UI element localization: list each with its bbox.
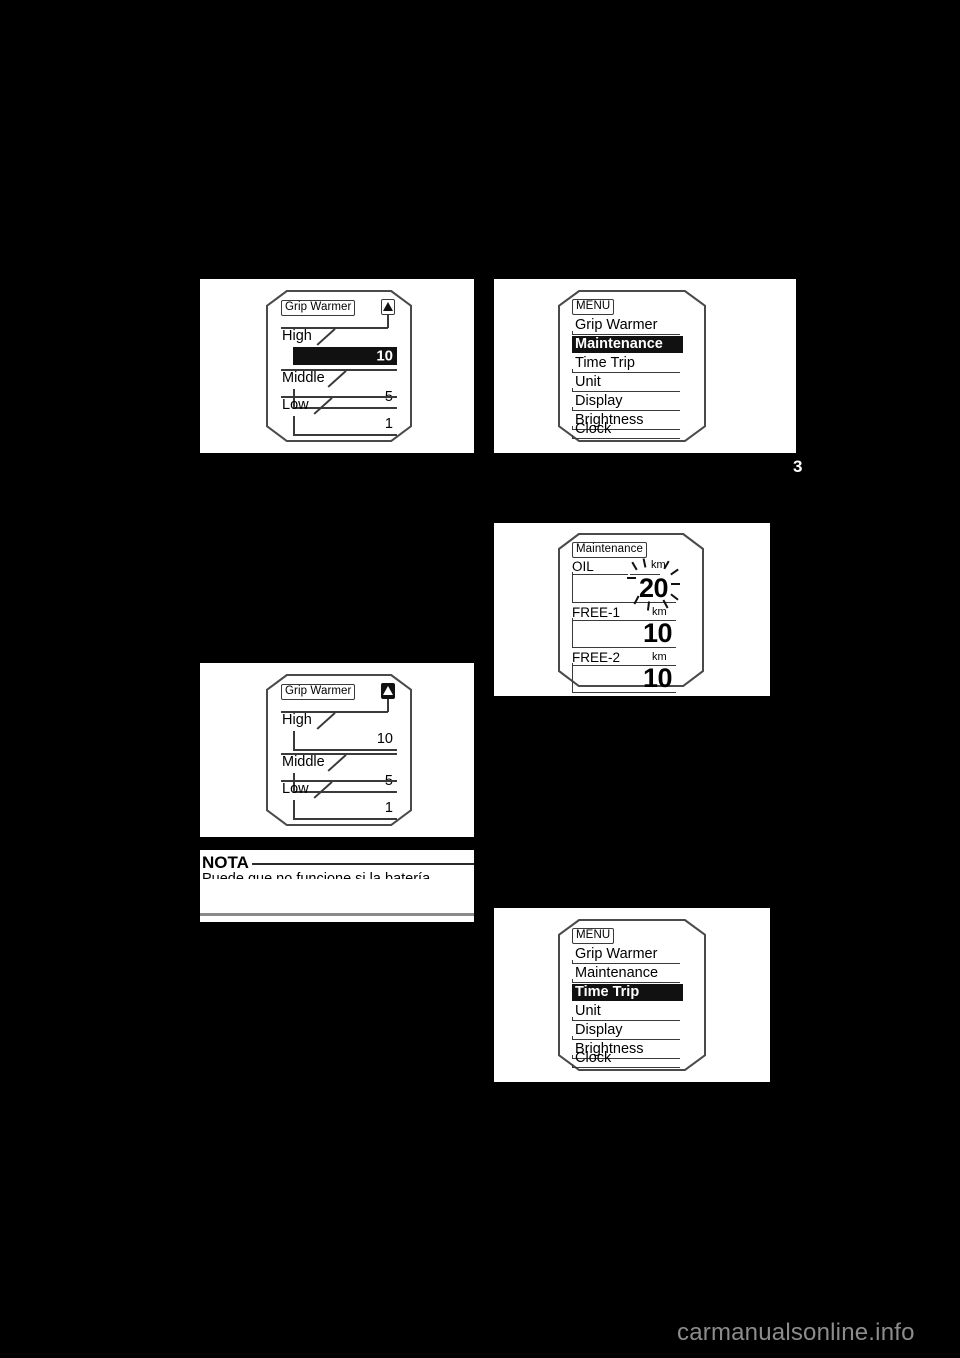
row-label-free2: FREE-2 [572,650,621,665]
row-slash-high [316,328,336,346]
row-highlight-high: 10 [293,347,397,365]
panel-title-chip: MENU [572,299,615,315]
nota-bottom-rule-gray [200,913,474,916]
row-value-high: 10 [376,731,393,747]
menu-item-unit[interactable]: Unit [572,1003,683,1020]
menu-item-maintenance[interactable]: Maintenance [572,336,683,353]
panel-title-chip: Grip Warmer [281,300,356,316]
row-label-free1: FREE-1 [572,605,621,620]
menu-item-grip-warmer[interactable]: Grip Warmer [572,317,683,334]
flash-ray [631,561,638,571]
up-triangle-icon [381,683,395,699]
menu-item-time-trip[interactable]: Time Trip [572,355,683,372]
nota-block: NOTA Puede que no funcione si la batería [200,850,474,922]
panel-title-chip: MENU [572,928,615,944]
menu-item-maintenance[interactable]: Maintenance [572,965,683,982]
panel-title-chip: Grip Warmer [281,684,356,700]
row-unit-oil: km [651,559,666,571]
lcd-screen: Maintenance OIL km 20 FREE-1 km 10 FREE-… [558,533,704,693]
row-unit-free2: km [652,651,667,663]
nota-bottom-rule-white [200,908,474,910]
lcd-screen: Grip Warmer High 10 Middle 5 Low 1 [266,674,412,826]
row-slash-middle [327,370,347,388]
row-rule-high-bottom [293,749,397,751]
flash-ray [646,601,651,611]
row-label-low: Low [282,781,309,797]
menu-item-time-trip[interactable]: Time Trip [572,984,683,1001]
row-value-high: 10 [376,347,393,365]
flash-ray [671,583,680,585]
lcd-screen: MENU Grip Warmer Maintenance Time Trip U… [558,919,706,1071]
menu-item-clock[interactable]: Clock [572,1050,683,1067]
row-rule-low-bottom [293,434,397,436]
menu-item-clock[interactable]: Clock [572,421,683,438]
nota-body: Puede que no funcione si la batería [202,871,431,879]
menu-item-display[interactable]: Display [572,393,683,410]
flash-ray [627,577,636,579]
page-edge-tab [770,279,796,453]
row-label-middle: Middle [282,754,325,770]
row-rule-low-bottom [293,818,397,820]
row-slash-low [313,397,333,415]
row-slash-high [316,712,336,730]
figure-grip-warmer-high: Grip Warmer High 10 Middle 5 Low [200,279,474,453]
row-value-free2: 10 [642,663,673,693]
figure-menu-maintenance: MENU Grip Warmer Maintenance Time Trip U… [494,279,770,453]
row-slash-low [313,781,333,799]
row-tick-low [293,416,295,435]
row-tick-low [293,800,295,819]
menu-underline [572,1067,680,1069]
page-number: 3 [793,457,803,476]
row-label-middle: Middle [282,370,325,386]
lcd-screen: Grip Warmer High 10 Middle 5 Low [266,290,412,442]
flash-ray [642,558,647,568]
figure-menu-time-trip: MENU Grip Warmer Maintenance Time Trip U… [494,908,770,1082]
figure-maintenance: Maintenance OIL km 20 FREE-1 km 10 FREE-… [494,523,770,696]
panel-title-chip: Maintenance [572,542,647,558]
figure-grip-warmer-plain: Grip Warmer High 10 Middle 5 Low 1 [200,663,474,837]
row-slash-middle [327,754,347,772]
up-triangle-icon [381,299,395,315]
menu-item-display[interactable]: Display [572,1022,683,1039]
row-value-low: 1 [384,800,393,816]
row-label-high: High [282,712,312,728]
row-value-free1: 10 [642,618,673,648]
row-tick-high [293,731,295,750]
row-label-oil: OIL [572,559,594,574]
row-rule-low-label-top [281,396,397,398]
site-watermark: carmanualsonline.info [677,1319,915,1346]
row-label-low: Low [282,397,309,413]
menu-item-grip-warmer[interactable]: Grip Warmer [572,946,683,963]
row-unit-free1: km [652,606,667,618]
lcd-screen: MENU Grip Warmer Maintenance Time Trip U… [558,290,706,442]
menu-underline [572,438,680,440]
menu-item-unit[interactable]: Unit [572,374,683,391]
row-label-high: High [282,328,312,344]
row-value-low: 1 [384,416,393,432]
nota-title-rule [252,863,474,865]
